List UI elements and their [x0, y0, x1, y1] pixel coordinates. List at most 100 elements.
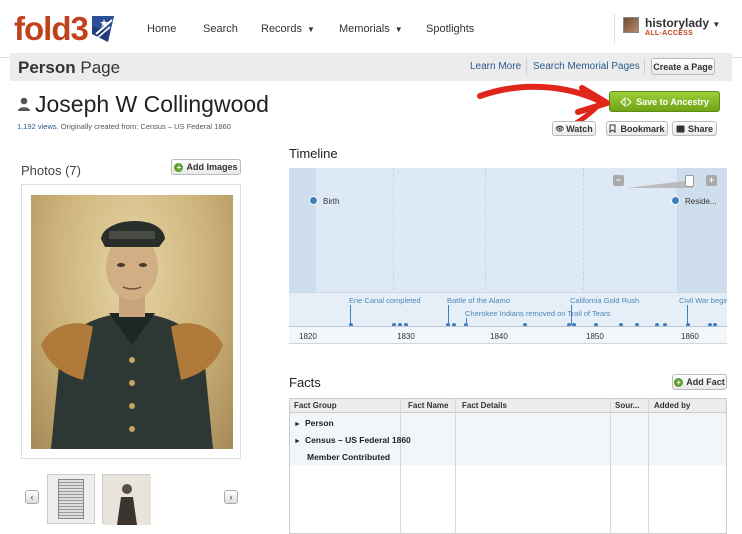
plus-icon: + — [174, 162, 184, 172]
bookmark-button[interactable]: Bookmark — [606, 121, 668, 136]
history-event-label[interactable]: Battle of the Alamo — [447, 296, 510, 305]
expand-arrow-icon[interactable]: ► — [294, 438, 301, 445]
user-menu[interactable]: historylady ▼ ALL-ACCESS — [614, 14, 734, 44]
create-page-button[interactable]: Create a Page — [651, 58, 715, 75]
chevron-down-icon: ▼ — [712, 20, 721, 29]
column-header-fact-group[interactable]: Fact Group — [294, 401, 337, 410]
photos-prev-button[interactable]: ‹ — [25, 490, 39, 504]
history-event-stem — [448, 305, 449, 325]
bookmark-label: Bookmark — [620, 123, 665, 134]
year-label: 1820 — [299, 332, 317, 341]
timeline-axis — [289, 326, 727, 343]
nav-search[interactable]: Search — [203, 23, 238, 35]
history-event-label[interactable]: California Gold Rush — [570, 296, 639, 305]
view-count: 1,192 views. — [17, 122, 59, 131]
fact-group-row[interactable]: Member Contributed — [307, 452, 390, 462]
column-divider — [648, 399, 649, 533]
column-header-added-by[interactable]: Added by — [654, 401, 690, 410]
facts-header-row: Fact Group Fact Name Fact Details Sour..… — [290, 399, 726, 413]
life-event-label: Reside... — [685, 197, 717, 206]
timeline-chart[interactable]: − + Birth Reside... Erie Canal completed… — [289, 168, 727, 344]
add-fact-label: Add Fact — [686, 377, 725, 387]
share-button[interactable]: Share — [672, 121, 717, 136]
person-name: Joseph W Collingwood — [35, 91, 269, 117]
add-images-button[interactable]: + Add Images — [171, 159, 241, 175]
facts-table: Fact Group Fact Name Fact Details Sour..… — [289, 398, 727, 534]
nav-home[interactable]: Home — [147, 23, 176, 35]
learn-more-link[interactable]: Learn More — [470, 61, 521, 72]
photos-title: Photos (7) — [21, 163, 81, 178]
photo-thumbnail[interactable] — [47, 474, 95, 524]
chevron-down-icon: ▼ — [307, 25, 315, 34]
timeline-gridline — [485, 168, 486, 295]
timeline-title: Timeline — [289, 146, 338, 161]
zoom-in-button[interactable]: + — [706, 175, 717, 186]
zoom-out-button[interactable]: − — [613, 175, 624, 186]
user-name-label: historylady — [645, 16, 710, 30]
subscription-badge: ALL-ACCESS — [645, 30, 694, 37]
history-event-stem — [350, 305, 351, 325]
add-fact-button[interactable]: + Add Fact — [672, 374, 727, 390]
search-memorial-pages-link[interactable]: Search Memorial Pages — [533, 61, 640, 72]
top-navigation: fold3 Home Search Records ▼ Memorials ▼ … — [0, 0, 742, 58]
history-event-stem — [571, 305, 572, 325]
save-to-ancestry-button[interactable]: Save to Ancestry — [609, 91, 720, 112]
nav-memorials-label: Memorials — [339, 23, 390, 35]
life-event-marker[interactable] — [671, 196, 680, 205]
life-event-marker[interactable] — [309, 196, 318, 205]
nav-memorials[interactable]: Memorials ▼ — [339, 23, 403, 35]
zoom-slider[interactable] — [627, 175, 697, 188]
red-arrow-annotation — [477, 83, 610, 131]
fold3-logo[interactable]: fold3 — [14, 10, 116, 48]
facts-title: Facts — [289, 375, 321, 390]
eye-icon: 👁 — [555, 125, 565, 133]
fact-group-label: Census – US Federal 1860 — [304, 435, 411, 445]
column-header-fact-details[interactable]: Fact Details — [462, 401, 507, 410]
divider — [644, 59, 645, 75]
history-event-label[interactable]: Civil War begins — [679, 296, 727, 305]
history-event-stem — [687, 305, 688, 325]
person-meta: 1,192 views. Originally created from: Ce… — [17, 122, 231, 131]
nav-spotlights[interactable]: Spotlights — [426, 23, 474, 35]
add-images-label: Add Images — [186, 162, 238, 172]
plus-icon: + — [674, 377, 684, 387]
column-divider — [455, 399, 456, 533]
user-name: historylady ▼ — [645, 16, 720, 30]
nav-records[interactable]: Records ▼ — [261, 23, 315, 35]
column-divider — [400, 399, 401, 533]
watch-label: Watch — [566, 123, 593, 134]
chevron-down-icon: ▼ — [394, 25, 403, 34]
year-label: 1840 — [490, 332, 508, 341]
column-divider — [610, 399, 611, 533]
page-title-rest: Page — [75, 58, 121, 77]
column-header-fact-name[interactable]: Fact Name — [408, 401, 448, 410]
year-label: 1830 — [397, 332, 415, 341]
fact-group-row[interactable]: ► Person — [294, 418, 334, 428]
divider — [526, 59, 527, 75]
fact-group-row[interactable]: ► Census – US Federal 1860 — [294, 435, 411, 445]
column-header-source[interactable]: Sour... — [615, 401, 639, 410]
photos-next-button[interactable]: › — [224, 490, 238, 504]
year-label: 1860 — [681, 332, 699, 341]
origin-text: Originally created from: Census – US Fed… — [58, 122, 231, 131]
history-event-label[interactable]: Erie Canal completed — [349, 296, 421, 305]
photo-thumbnail[interactable] — [102, 474, 151, 525]
life-event-label: Birth — [323, 197, 340, 206]
fact-group-label: Person — [304, 418, 334, 428]
zoom-slider-handle[interactable] — [685, 175, 694, 187]
avatar — [623, 17, 639, 33]
portrait-photo[interactable] — [31, 195, 233, 449]
year-label: 1850 — [586, 332, 604, 341]
share-icon — [676, 125, 685, 132]
save-to-ancestry-label: Save to Ancestry — [636, 96, 709, 107]
history-event-label[interactable]: Cherokee Indians removed on Trail of Tea… — [465, 309, 610, 318]
page-title: Person Page — [18, 58, 120, 78]
timeline-gridline — [583, 168, 584, 295]
main-photo-frame[interactable] — [21, 184, 241, 459]
watch-button[interactable]: 👁 Watch — [552, 121, 596, 136]
expand-arrow-icon[interactable]: ► — [294, 421, 301, 428]
leaf-icon — [620, 96, 632, 107]
logo-text: fold3 — [14, 10, 89, 47]
timeline-gridline — [393, 168, 394, 295]
woman-portrait-thumbnail — [103, 475, 151, 525]
